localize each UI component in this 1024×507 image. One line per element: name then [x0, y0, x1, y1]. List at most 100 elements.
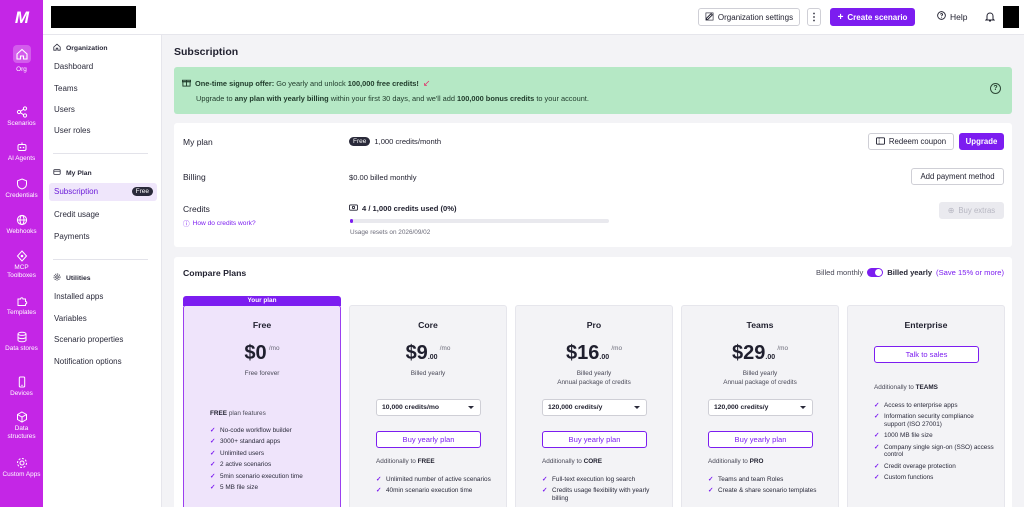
rail-item-mcp-toolboxes[interactable]: MCP Toolboxes — [0, 250, 43, 279]
price-cents: .00 — [599, 354, 610, 361]
offer-title: One-time signup offer: — [195, 79, 275, 88]
info-icon[interactable]: ? — [990, 83, 1001, 94]
billing-period-toggle[interactable]: Billed monthly Billed yearly (Save 15% o… — [816, 268, 1004, 277]
save-percentage: (Save 15% or more) — [936, 268, 1004, 277]
plan-card-free: Your plan Free $0 /mo Free forever FREE … — [183, 296, 341, 507]
sidebar-item-teams[interactable]: Teams — [54, 84, 78, 93]
billing-value: $0.00 billed monthly — [349, 173, 417, 182]
puzzle-icon — [16, 295, 28, 307]
credits-label: Credits — [183, 204, 210, 214]
help-button[interactable]: Help — [937, 11, 967, 22]
sidebar-item-user-roles[interactable]: User roles — [54, 126, 90, 135]
sidebar-item-users[interactable]: Users — [54, 105, 75, 114]
compare-plans-section: Compare Plans Billed monthly Billed year… — [174, 257, 1012, 507]
upgrade-button[interactable]: Upgrade — [959, 133, 1004, 150]
card-icon — [53, 168, 61, 178]
plus-circle-icon: ⊕ — [947, 206, 955, 215]
sidebar-divider — [53, 153, 148, 154]
buy-yearly-plan-button[interactable]: Buy yearly plan — [542, 431, 647, 448]
rail-item-label: Data stores — [5, 345, 38, 352]
page-title: Subscription — [174, 46, 239, 58]
sidebar-item-installed-apps[interactable]: Installed apps — [54, 292, 103, 301]
sidebar-item-dashboard[interactable]: Dashboard — [54, 62, 93, 71]
sidebar-item-notification-options[interactable]: Notification options — [54, 357, 122, 366]
feature-item: Create & share scenario templates — [708, 487, 828, 495]
credits-select[interactable]: 120,000 credits/y — [542, 399, 647, 416]
rail-item-org[interactable]: Org — [0, 45, 43, 74]
more-options-button[interactable]: ⋮ — [807, 8, 821, 26]
rail-item-scenarios[interactable]: Scenarios — [0, 106, 43, 128]
credits-select-value: 120,000 credits/y — [714, 404, 769, 411]
share-nodes-icon — [16, 106, 28, 118]
rail-item-custom-apps[interactable]: Custom Apps — [0, 457, 43, 479]
buy-yearly-plan-button[interactable]: Buy yearly plan — [376, 431, 481, 448]
rail-item-label: Custom Apps — [2, 471, 41, 478]
rail-item-label: Org — [16, 66, 27, 73]
feature-item: Teams and team Roles — [708, 476, 828, 484]
rail-item-credentials[interactable]: Credentials — [0, 178, 43, 200]
chevron-down-icon — [634, 406, 640, 409]
create-scenario-button[interactable]: + Create scenario — [830, 8, 915, 26]
rail-item-data-stores[interactable]: Data stores — [0, 331, 43, 353]
sidebar-item-subscription[interactable]: Subscription Free — [49, 183, 157, 201]
apps-icon — [16, 457, 28, 469]
features-heading-bold: FREE — [417, 458, 435, 465]
feature-item: No-code workflow builder — [210, 427, 330, 435]
rail-item-label: Scenarios — [7, 120, 36, 127]
buy-yearly-plan-button[interactable]: Buy yearly plan — [708, 431, 813, 448]
rail-item-data-structures[interactable]: Data structures — [0, 411, 43, 440]
rail-item-label: Credentials — [5, 192, 38, 199]
offer-text: Go yearly and unlock — [274, 79, 348, 88]
credits-progress-fill — [350, 219, 353, 223]
billing-toggle-switch[interactable] — [867, 268, 884, 277]
billed-yearly-label[interactable]: Billed yearly — [887, 268, 932, 277]
rail-item-templates[interactable]: Templates — [0, 295, 43, 317]
make-logo-icon[interactable]: M — [11, 9, 31, 27]
price-period: /mo — [439, 345, 451, 352]
sidebar-item-credit-usage[interactable]: Credit usage — [54, 210, 99, 219]
feature-list: Full-text execution log search Credits u… — [542, 476, 662, 506]
organization-settings-button[interactable]: Organization settings — [698, 8, 800, 26]
billed-monthly-label[interactable]: Billed monthly — [816, 268, 863, 277]
feature-item: Company single sign-on (SSO) access cont… — [874, 444, 994, 459]
rail-item-devices[interactable]: Devices — [0, 376, 43, 398]
talk-to-sales-button[interactable]: Talk to sales — [874, 346, 979, 363]
edit-icon — [705, 12, 714, 23]
offer-detail-text: Upgrade to — [196, 94, 235, 103]
offer-details: Upgrade to any plan with yearly billing … — [196, 94, 589, 103]
chevron-down-icon — [468, 406, 474, 409]
user-avatar-redacted[interactable] — [1003, 6, 1019, 28]
plan-name: Teams — [746, 320, 774, 330]
rail-item-ai-agents[interactable]: AI Agents — [0, 141, 43, 163]
plan-price: $0 /mo — [184, 342, 340, 365]
offer-detail-text: within your first 30 days, and we'll add — [328, 94, 458, 103]
buy-extras-button[interactable]: ⊕ Buy extras — [939, 202, 1004, 219]
plan-features-heading: Additionally to FREE — [376, 458, 435, 465]
sidebar-item-scenario-properties[interactable]: Scenario properties — [54, 335, 123, 344]
price-amount: $0 — [244, 342, 267, 364]
organization-name-redacted[interactable] — [51, 6, 136, 28]
credits-select[interactable]: 120,000 credits/y — [708, 399, 813, 416]
plan-features-heading: Additionally to TEAMS — [874, 384, 938, 391]
credits-select[interactable]: 10,000 credits/mo — [376, 399, 481, 416]
how-credits-work-link[interactable]: ⓘ How do credits work? — [183, 218, 256, 229]
add-payment-method-button[interactable]: Add payment method — [911, 168, 1004, 185]
arrow-icon: ↙ — [422, 78, 431, 88]
rail-item-webhooks[interactable]: Webhooks — [0, 214, 43, 236]
plan-card-teams: Teams $29.00 /mo Billed yearly Annual pa… — [681, 305, 839, 507]
organization-settings-label: Organization settings — [717, 12, 794, 22]
plan-features-heading: FREE plan features — [210, 410, 266, 417]
feature-item: Unlimited users — [210, 450, 330, 458]
rail-item-label: Data structures — [7, 425, 36, 440]
notifications-bell-icon[interactable] — [984, 11, 996, 24]
sidebar-item-payments[interactable]: Payments — [54, 232, 90, 241]
organization-section-heading: Organization — [53, 43, 108, 53]
kebab-icon: ⋮ — [809, 11, 819, 23]
sidebar-item-variables[interactable]: Variables — [54, 314, 87, 323]
redeem-coupon-button[interactable]: Redeem coupon — [868, 133, 954, 150]
features-heading-text: Additionally to — [542, 458, 584, 465]
phone-icon — [16, 376, 28, 388]
feature-item: 1000 MB file size — [874, 432, 994, 440]
buy-extras-label: Buy extras — [958, 206, 996, 215]
price-amount: $16 — [566, 342, 600, 364]
